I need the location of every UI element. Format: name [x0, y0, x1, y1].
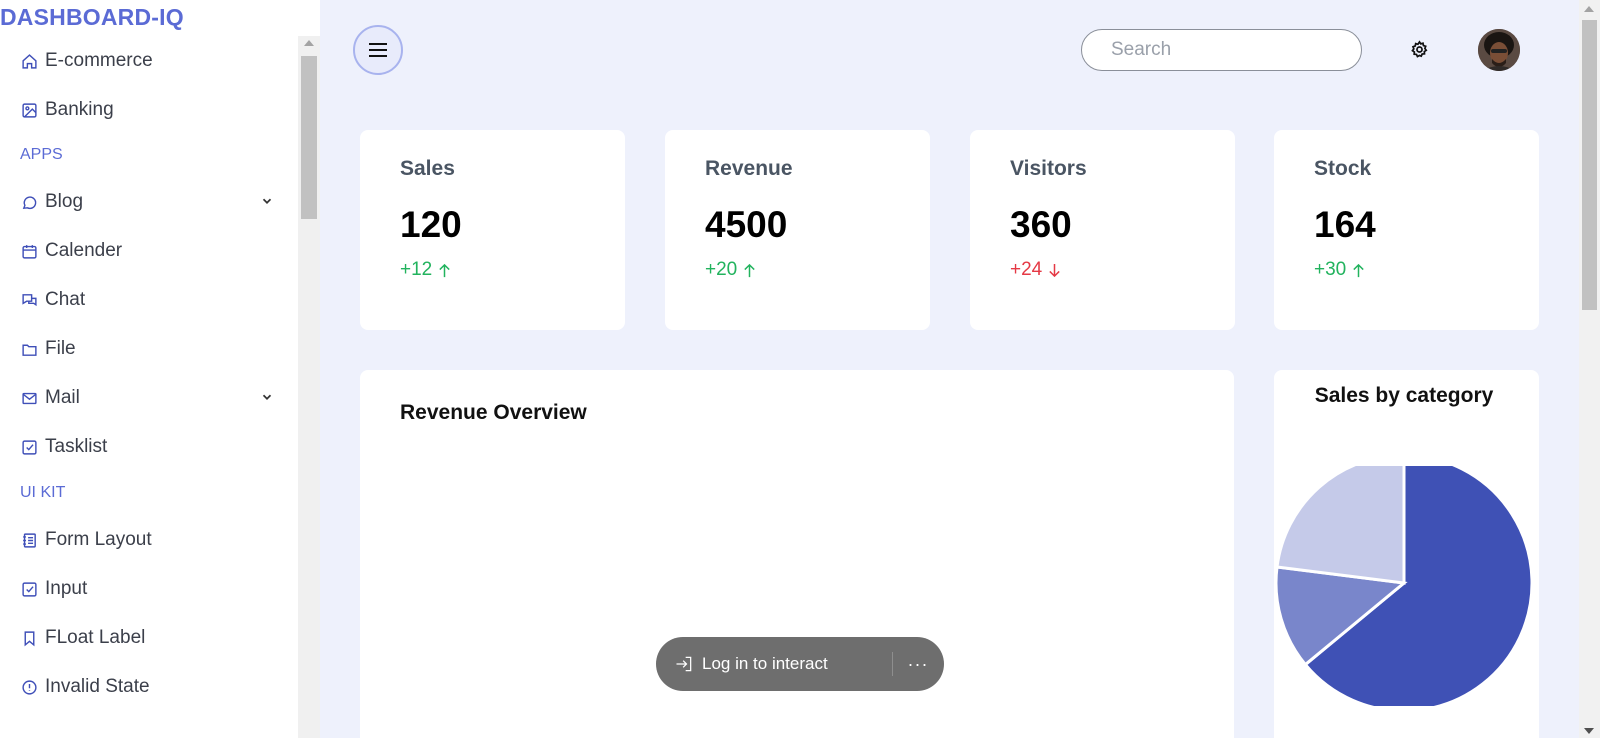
chevron-down-icon[interactable] [260, 194, 274, 208]
sidebar-item-label: Form Layout [45, 529, 152, 550]
card-delta: +12 [400, 259, 451, 281]
section-label-ui-kit: UI KIT [20, 484, 66, 501]
sidebar-item-label: Banking [45, 99, 114, 120]
stat-card-stock: Stock 164 +30 [1274, 130, 1539, 330]
sidebar-item-file[interactable]: File [20, 332, 282, 366]
stat-card-revenue: Revenue 4500 +20 [665, 130, 930, 330]
stat-card-visitors: Visitors 360 +24 [970, 130, 1235, 330]
arrow-up-icon [744, 263, 755, 277]
page-scrollbar[interactable] [1579, 0, 1600, 738]
sidebar-item-label: File [45, 338, 76, 359]
card-delta: +30 [1314, 259, 1365, 281]
sidebar-item-label: Input [45, 578, 88, 599]
sidebar-nav: E-commerce Banking APPS Blog Calender Ch… [0, 36, 298, 738]
card-title: Revenue [705, 157, 793, 180]
card-value: 120 [400, 204, 462, 245]
section-label-apps: APPS [20, 146, 63, 163]
sidebar-item-input[interactable]: Input [20, 572, 282, 606]
sidebar-item-calender[interactable]: Calender [20, 234, 282, 268]
sidebar-item-label: Blog [45, 191, 84, 212]
bookmark-icon [20, 629, 38, 647]
sidebar-item-label: Invalid State [45, 676, 150, 697]
scroll-up-arrow-icon[interactable] [1584, 6, 1594, 12]
checkbox-icon [20, 580, 38, 598]
checkbox-icon [20, 438, 38, 456]
sidebar-item-label: Mail [45, 387, 80, 408]
login-toast: Log in to interact ··· [656, 637, 944, 691]
sidebar-item-float-label[interactable]: FLoat Label [20, 621, 282, 655]
sidebar: DASHBOARD-IQ E-commerce Banking APPS Blo… [0, 0, 320, 738]
notebook-icon [20, 531, 38, 549]
mail-icon [20, 389, 38, 407]
scroll-up-arrow-icon[interactable] [304, 40, 314, 46]
sidebar-item-label: FLoat Label [45, 627, 146, 648]
chart-title: Sales by category [1314, 384, 1494, 407]
folder-icon [20, 340, 38, 358]
hamburger-icon [369, 43, 387, 57]
chat-bubble-icon [20, 193, 38, 211]
card-delta-value: +24 [1010, 259, 1043, 280]
sidebar-item-label: Tasklist [45, 436, 108, 457]
sidebar-item-label: Calender [45, 240, 123, 261]
pie-slice-3[interactable] [1275, 466, 1406, 585]
chats-icon [20, 291, 38, 309]
sidebar-item-chat[interactable]: Chat [20, 283, 282, 317]
sidebar-scrollbar-thumb[interactable] [301, 56, 317, 219]
sidebar-scrollbar[interactable] [298, 36, 320, 738]
alert-circle-icon [20, 678, 38, 696]
sidebar-item-label: Chat [45, 289, 86, 310]
sidebar-item-invalid-state[interactable]: Invalid State [20, 670, 282, 704]
sidebar-item-tasklist[interactable]: Tasklist [20, 430, 282, 464]
card-delta-value: +30 [1314, 259, 1347, 280]
card-delta-value: +12 [400, 259, 433, 280]
sidebar-item-ecommerce[interactable]: E-commerce [20, 44, 282, 78]
sidebar-item-form-layout[interactable]: Form Layout [20, 523, 282, 557]
card-value: 360 [1010, 204, 1072, 245]
page-scrollbar-thumb[interactable] [1582, 20, 1597, 310]
hamburger-menu-button[interactable] [353, 25, 403, 75]
card-title: Stock [1314, 157, 1372, 180]
panel-title: Revenue Overview [400, 401, 587, 424]
scroll-down-arrow-icon[interactable] [1584, 728, 1594, 734]
card-delta: +24 [1010, 259, 1061, 281]
gear-icon[interactable] [1410, 40, 1429, 59]
card-title: Sales [400, 157, 455, 180]
arrow-up-icon [439, 263, 450, 277]
sign-in-icon [676, 656, 692, 672]
card-value: 164 [1314, 204, 1376, 245]
image-icon [20, 101, 38, 119]
user-avatar[interactable] [1478, 29, 1520, 71]
calendar-icon [20, 242, 38, 260]
stat-card-sales: Sales 120 +12 [360, 130, 625, 330]
arrow-up-icon [1353, 263, 1364, 277]
search-input[interactable] [1081, 29, 1362, 71]
sidebar-item-banking[interactable]: Banking [20, 93, 282, 127]
card-title: Visitors [1010, 157, 1087, 180]
home-icon [20, 52, 38, 70]
card-value: 4500 [705, 204, 788, 245]
pie-chart [1274, 466, 1534, 706]
more-options-button[interactable]: ··· [893, 637, 943, 691]
arrow-down-icon [1049, 263, 1060, 277]
sales-by-category-panel: Sales by category [1274, 370, 1539, 738]
chevron-down-icon[interactable] [260, 390, 274, 404]
card-delta: +20 [705, 259, 756, 281]
sidebar-item-blog[interactable]: Blog [20, 185, 282, 219]
login-button[interactable]: Log in to interact [656, 637, 892, 691]
card-delta-value: +20 [705, 259, 738, 280]
login-label: Log in to interact [702, 654, 828, 673]
sidebar-item-label: E-commerce [45, 50, 153, 71]
brand-logo[interactable]: DASHBOARD-IQ [0, 4, 184, 31]
sidebar-item-mail[interactable]: Mail [20, 381, 282, 415]
